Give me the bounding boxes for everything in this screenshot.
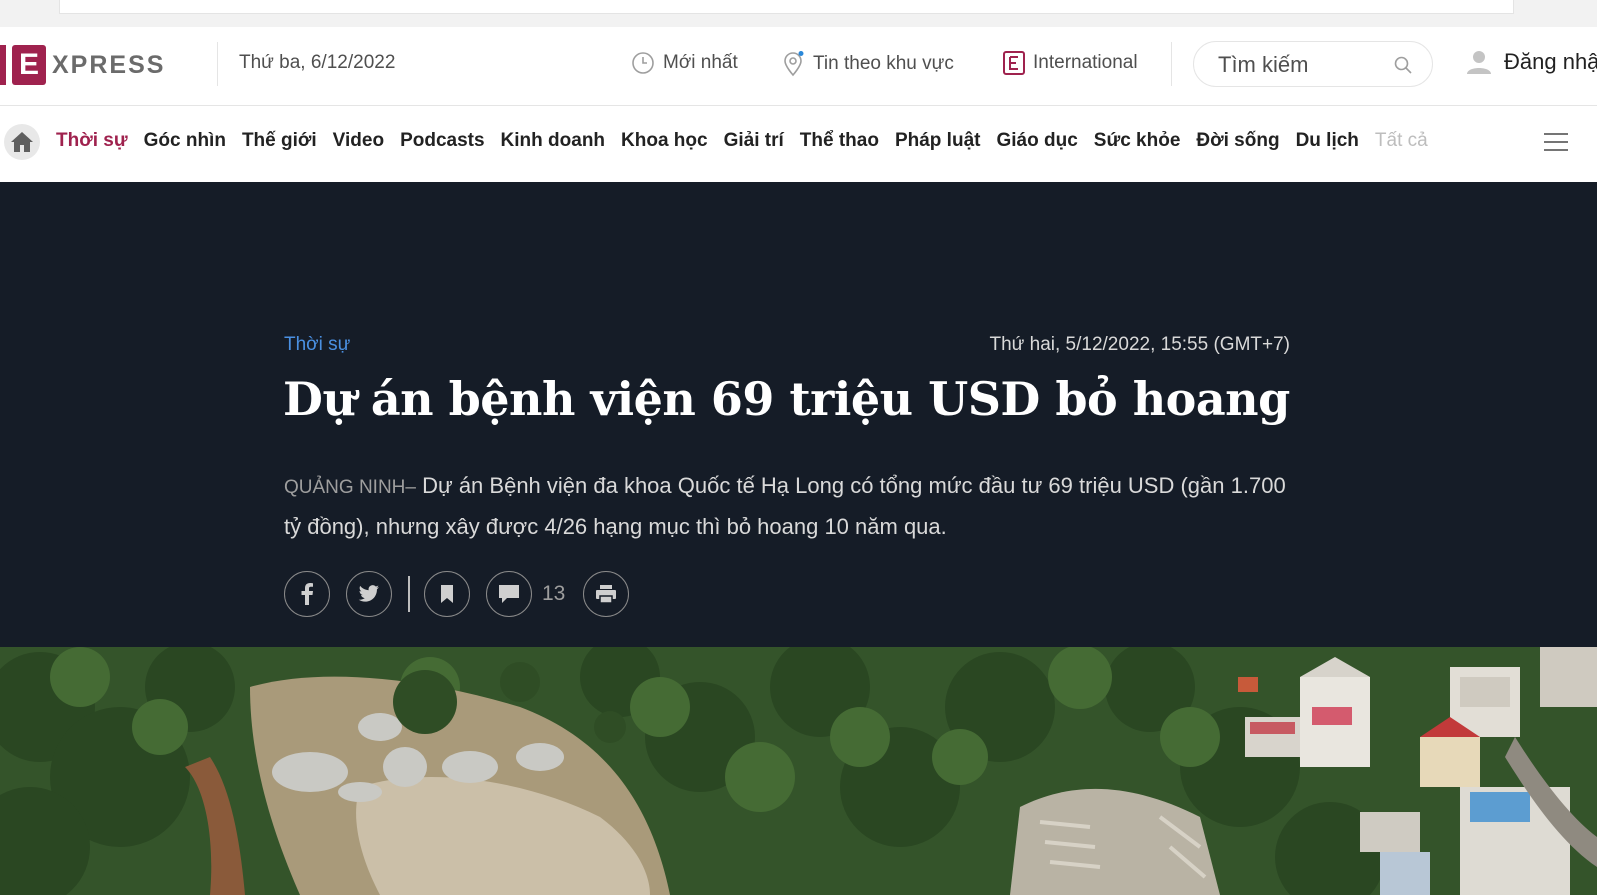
nav-item-all[interactable]: Tất cả xyxy=(1375,130,1428,152)
browser-top-strip xyxy=(0,0,1597,27)
comment-button[interactable] xyxy=(486,571,532,617)
nav-item-giai-tri[interactable]: Giải trí xyxy=(724,130,784,152)
home-button[interactable] xyxy=(4,124,40,160)
header-divider-2 xyxy=(1171,42,1172,86)
top-bar xyxy=(59,0,1514,14)
bookmark-icon xyxy=(441,585,453,603)
login-link[interactable]: Đăng nhập xyxy=(1466,49,1597,75)
twitter-share-button[interactable] xyxy=(346,571,392,617)
hamburger-menu-icon[interactable] xyxy=(1544,133,1568,157)
article-summary: Dự án Bệnh viện đa khoa Quốc tế Hạ Long … xyxy=(284,473,1286,539)
article-hero-image xyxy=(0,647,1597,895)
regional-news-link[interactable]: Tin theo khu vực xyxy=(781,51,954,77)
international-link[interactable]: International xyxy=(1003,51,1138,75)
nav-item-video[interactable]: Video xyxy=(333,130,384,152)
nav-item-doi-song[interactable]: Đời sống xyxy=(1196,130,1279,152)
nav-item-thoi-su[interactable]: Thời sự xyxy=(56,130,128,152)
logo-mark xyxy=(0,45,6,85)
logo-word: XPRESS xyxy=(52,50,166,79)
nav-item-du-lich[interactable]: Du lịch xyxy=(1296,130,1359,152)
nav-item-suc-khoe[interactable]: Sức khỏe xyxy=(1094,130,1181,152)
latest-news-label: Mới nhất xyxy=(663,52,738,73)
nav-item-phap-luat[interactable]: Pháp luật xyxy=(895,130,981,152)
current-date: Thứ ba, 6/12/2022 xyxy=(239,52,396,73)
e-logo-icon xyxy=(1003,51,1025,75)
print-icon xyxy=(596,585,617,604)
nav-item-the-gioi[interactable]: Thế giới xyxy=(242,130,317,152)
article-title: Dự án bệnh viện 69 triệu USD bỏ hoang xyxy=(283,372,1290,426)
location-pin-icon xyxy=(784,51,804,77)
regional-news-label: Tin theo khu vực xyxy=(813,53,954,74)
print-button[interactable] xyxy=(583,571,630,617)
nav-item-giao-duc[interactable]: Giáo dục xyxy=(996,130,1077,152)
bookmark-button[interactable] xyxy=(424,571,470,617)
twitter-icon xyxy=(358,585,379,602)
logo-letter: E xyxy=(18,48,39,81)
facebook-icon xyxy=(301,583,313,605)
article-location: QUẢNG NINH– xyxy=(284,477,416,498)
article-timestamp: Thứ hai, 5/12/2022, 15:55 (GMT+7) xyxy=(989,334,1290,355)
home-icon xyxy=(11,132,33,152)
nav-item-podcasts[interactable]: Podcasts xyxy=(400,130,484,152)
comment-count: 13 xyxy=(542,582,566,605)
nav-item-kinh-doanh[interactable]: Kinh doanh xyxy=(501,130,605,152)
nav-item-goc-nhin[interactable]: Góc nhìn xyxy=(144,130,226,152)
article-header: Thời sự Thứ hai, 5/12/2022, 15:55 (GMT+7… xyxy=(0,182,1597,647)
logo-e-box: E xyxy=(12,45,46,85)
article-description: QUẢNG NINH– Dự án Bệnh viện đa khoa Quốc… xyxy=(284,466,1294,546)
article-category-link[interactable]: Thời sự xyxy=(284,334,350,356)
site-header: E XPRESS Thứ ba, 6/12/2022 Mới nhất Tin … xyxy=(0,27,1597,106)
main-nav: Thời sự Góc nhìn Thế giới Video Podcasts… xyxy=(0,106,1597,182)
social-divider xyxy=(408,576,410,612)
international-label: International xyxy=(1033,52,1138,73)
nav-item-khoa-hoc[interactable]: Khoa học xyxy=(621,130,708,152)
header-divider xyxy=(217,42,218,86)
social-actions: 13 xyxy=(284,570,645,618)
search-icon[interactable] xyxy=(1394,56,1412,74)
comment-icon xyxy=(499,585,519,603)
aerial-photo xyxy=(0,647,1597,895)
login-label: Đăng nhập xyxy=(1504,49,1597,74)
latest-news-link[interactable]: Mới nhất xyxy=(631,51,738,75)
facebook-share-button[interactable] xyxy=(284,571,330,617)
search-box[interactable] xyxy=(1193,41,1433,87)
nav-item-the-thao[interactable]: Thể thao xyxy=(800,130,879,152)
nav-list: Thời sự Góc nhìn Thế giới Video Podcasts… xyxy=(56,130,1444,152)
user-icon xyxy=(1467,51,1491,74)
clock-icon xyxy=(632,52,654,74)
vnexpress-logo[interactable]: E XPRESS xyxy=(0,43,165,87)
search-input[interactable] xyxy=(1216,51,1400,79)
